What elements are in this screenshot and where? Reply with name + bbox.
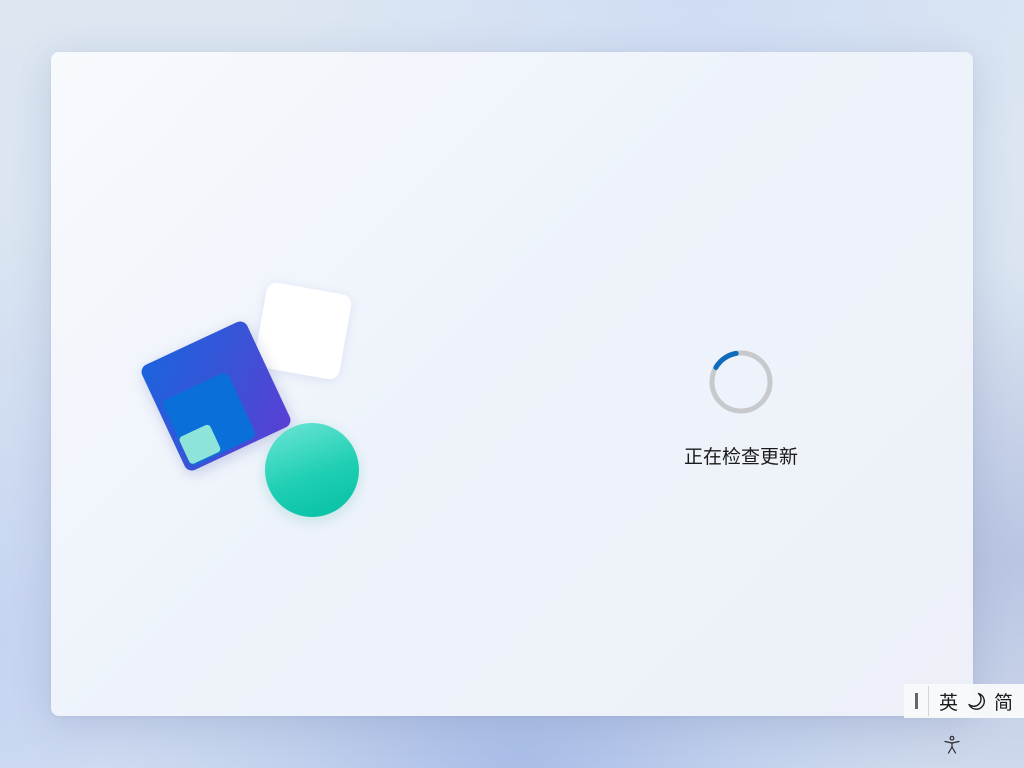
teal-circle-shape	[265, 423, 359, 517]
mint-chip-shape	[178, 423, 222, 466]
ime-script-label: 简	[994, 691, 1014, 714]
ime-divider	[928, 686, 929, 716]
status-message: 正在检查更新	[683, 446, 798, 468]
accessibility-icon	[944, 735, 960, 754]
white-tile-shape	[253, 281, 353, 381]
inner-tile-shape	[161, 371, 257, 467]
ime-drag-handle[interactable]	[915, 693, 918, 709]
ime-mode-label: 英	[939, 691, 959, 714]
windows-setup-illustration-icon	[138, 281, 376, 522]
spinner-arc	[709, 350, 773, 414]
setup-card: 正在检查更新	[51, 52, 973, 716]
spinner-svg	[709, 350, 773, 414]
moon-icon	[968, 692, 985, 710]
ime-script-button[interactable]: 简	[990, 686, 1017, 716]
ime-theme-button[interactable]	[962, 686, 990, 716]
accessibility-button[interactable]	[940, 733, 964, 757]
ime-toolbar: 英 简	[904, 684, 1024, 718]
ime-mode-button[interactable]: 英	[935, 686, 962, 716]
loading-spinner-icon	[708, 349, 774, 415]
